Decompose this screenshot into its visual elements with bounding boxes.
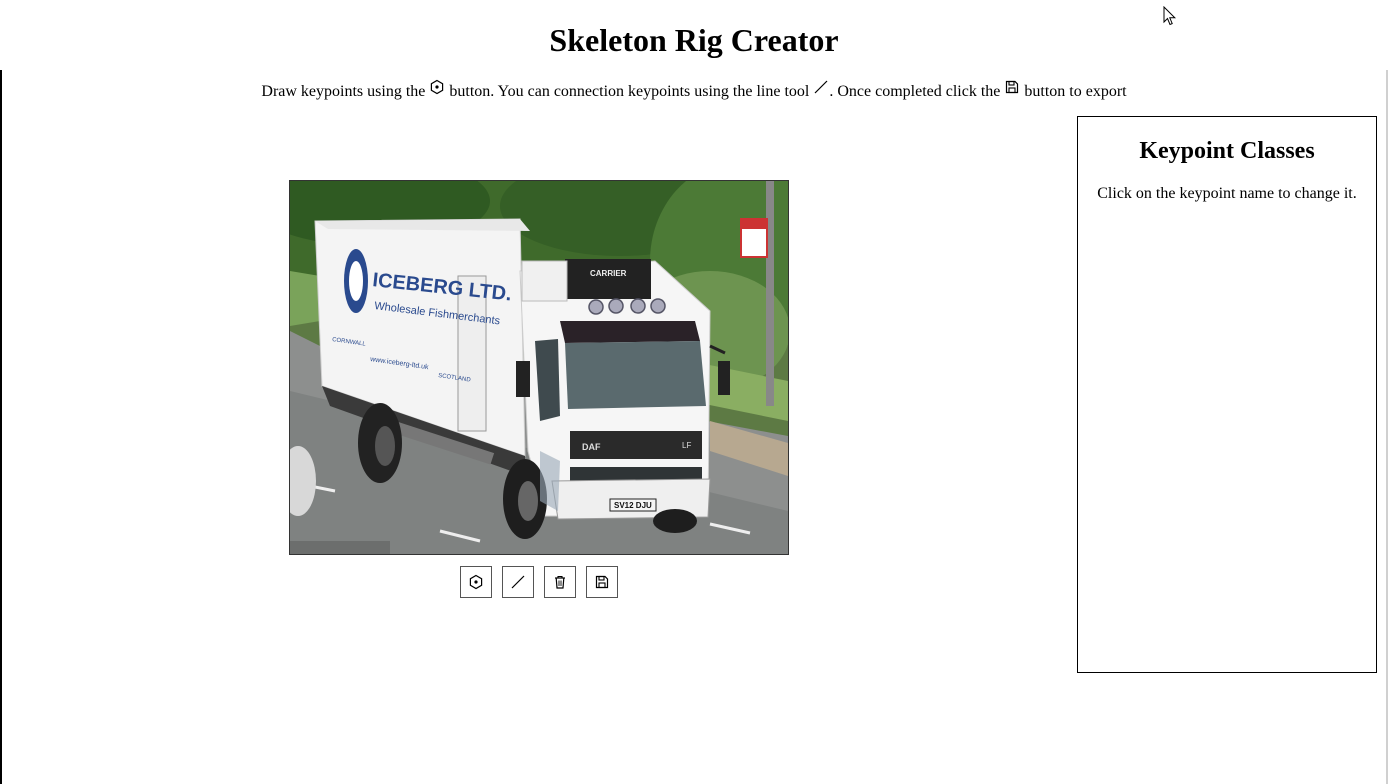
line-icon [511,575,525,589]
left-border-rule [0,70,2,784]
instructions-part-3: . Once completed click the [829,83,1005,100]
keypoint-icon [469,574,483,590]
panel-title: Keypoint Classes [1139,138,1315,164]
save-button[interactable] [586,566,618,598]
unit-brand-text: CARRIER [590,269,627,278]
mouse-cursor-icon [1163,6,1177,26]
instructions-part-1: Draw keypoints using the [261,83,430,100]
instructions-part-2: button. You can connection keypoints usi… [445,83,814,100]
save-icon [1004,79,1020,95]
save-icon [595,575,609,589]
instructions-text: Draw keypoints using the button. You can… [0,79,1388,103]
keypoint-tool-button[interactable] [460,566,492,598]
license-plate-text: SV12 DJU [614,501,652,510]
panel-hint: Click on the keypoint name to change it. [1097,185,1357,202]
keypoint-icon [429,79,445,95]
cab-badge-text: DAF [582,442,601,452]
delete-button[interactable] [544,566,576,598]
instructions-part-4: button to export [1020,83,1127,100]
line-icon [813,79,829,95]
line-tool-button[interactable] [502,566,534,598]
trash-icon [555,575,565,589]
cab-model-text: LF [682,441,691,450]
page-title: Skeleton Rig Creator [549,22,839,58]
annotation-canvas[interactable]: ICEBERG LTD. Wholesale Fishmerchants www… [289,180,789,555]
keypoint-classes-panel: Keypoint Classes Click on the keypoint n… [1077,116,1377,673]
truck-photo: ICEBERG LTD. Wholesale Fishmerchants www… [290,181,788,554]
